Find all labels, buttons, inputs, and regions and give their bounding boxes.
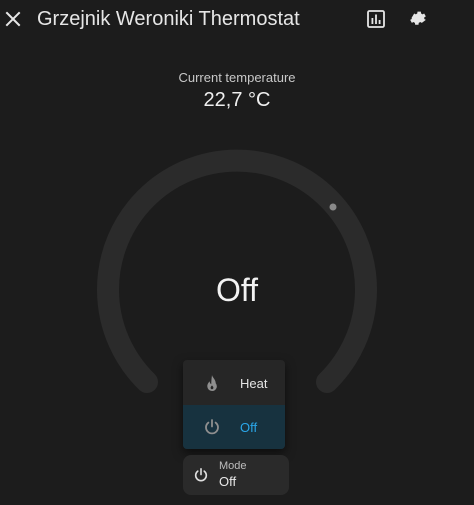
mode-tile-value: Off [219, 474, 237, 489]
mode-option-off-label: Off [240, 420, 258, 435]
power-icon [205, 419, 219, 435]
mode-option-heat[interactable]: Heat [183, 361, 285, 405]
dial-state-text: Off [215, 272, 259, 308]
mode-dropdown-menu: Heat Off [183, 360, 285, 449]
thermostat-dialog: Grzejnik Weroniki Thermostat Current tem… [0, 0, 474, 505]
dial-current-marker [329, 203, 337, 211]
fire-icon [207, 375, 217, 392]
mode-tile-label: Mode [219, 460, 247, 472]
mode-option-heat-label: Heat [240, 376, 268, 391]
mode-option-off[interactable]: Off [183, 405, 285, 449]
mode-select-tile[interactable]: Mode Off [183, 455, 289, 495]
power-icon [194, 467, 208, 482]
